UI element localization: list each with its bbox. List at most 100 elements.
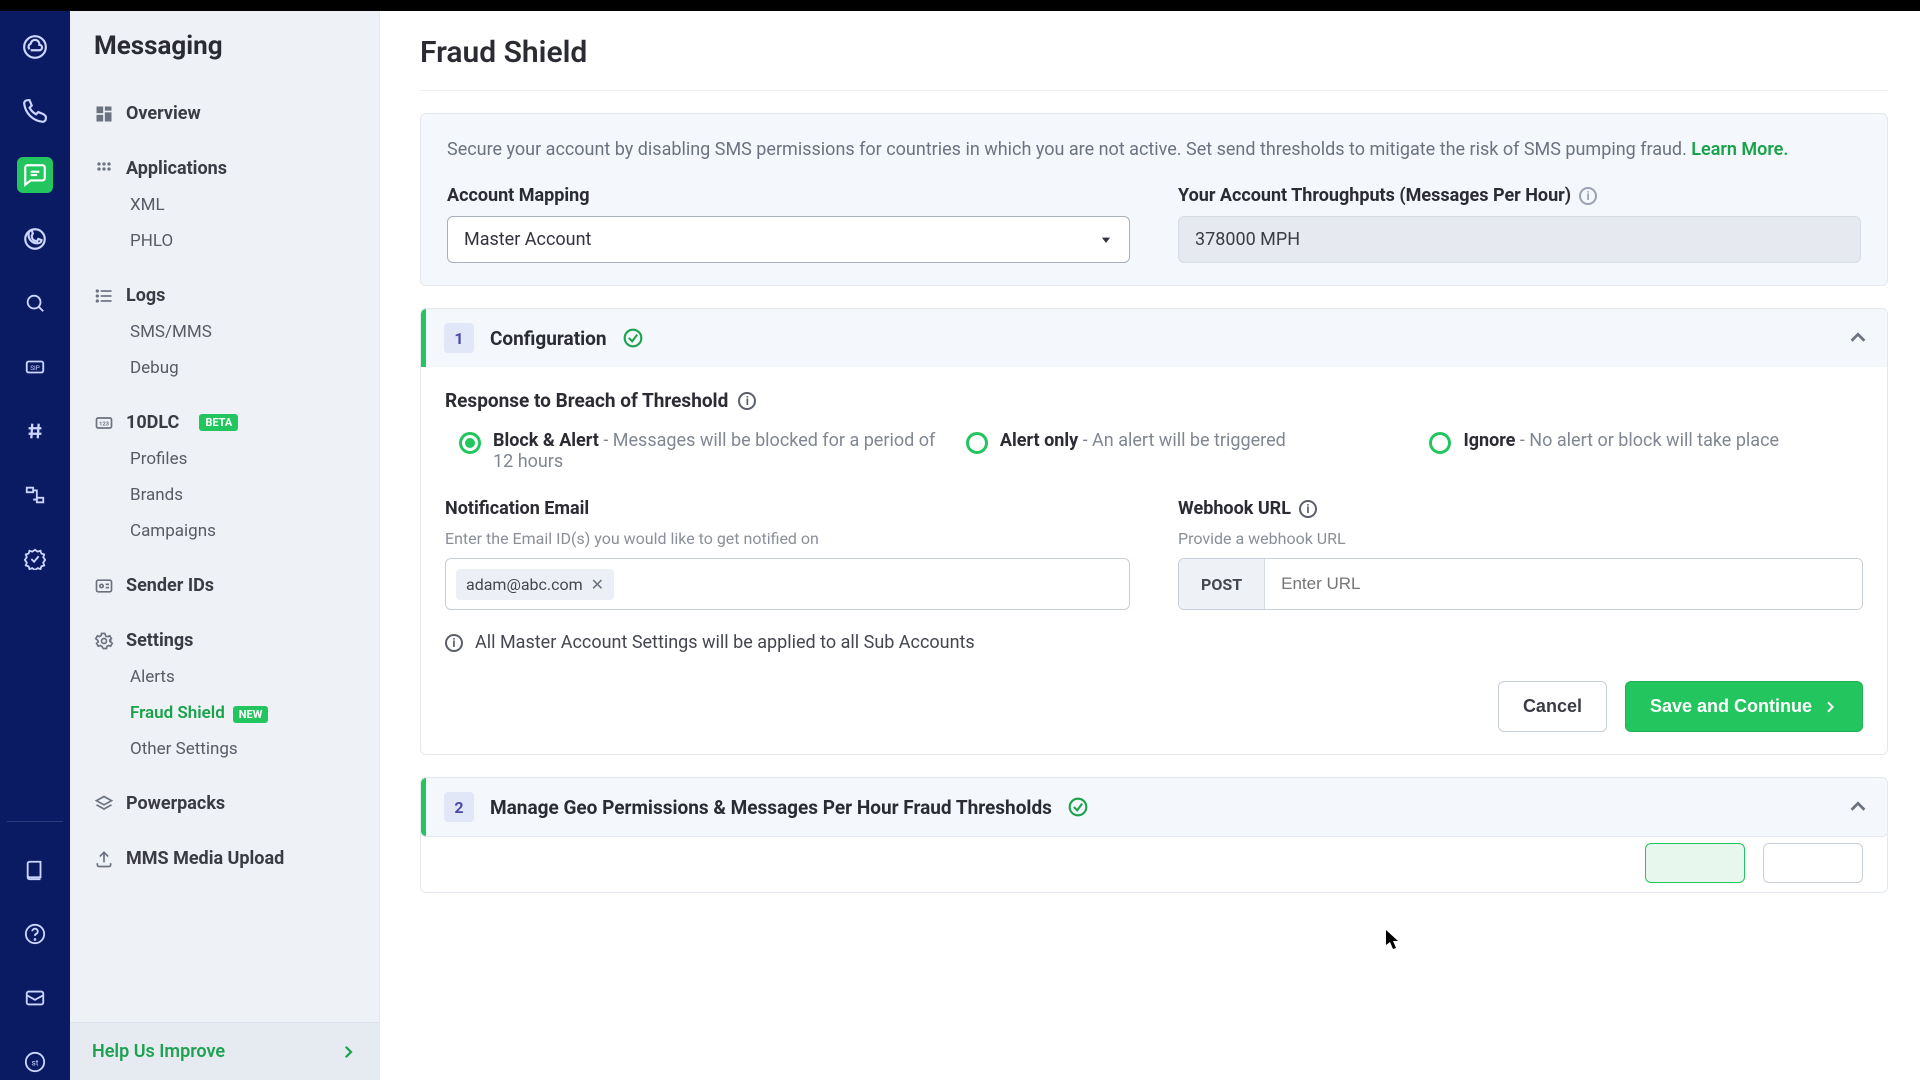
beta-badge: BETA [199, 414, 238, 431]
upload-icon [94, 849, 114, 869]
chat-icon [22, 162, 48, 188]
sidebar-item-applications[interactable]: Applications [84, 150, 365, 187]
sidebar-subitem-brands[interactable]: Brands [126, 477, 365, 513]
info-icon[interactable]: i [738, 392, 756, 410]
check-circle-icon [623, 328, 643, 348]
info-icon[interactable]: i [1299, 500, 1317, 518]
step-number: 1 [444, 323, 474, 353]
throughput-value: 378000 MPH [1178, 216, 1861, 263]
rail-item-feedback[interactable] [17, 980, 53, 1016]
rail-item-docs[interactable] [17, 852, 53, 888]
email-label: Notification Email [445, 498, 1130, 519]
sidebar-label: 10DLC [126, 412, 179, 433]
grid-icon [94, 159, 114, 179]
help-circle-icon [24, 923, 46, 945]
sidebar-subitem-profiles[interactable]: Profiles [126, 441, 365, 477]
rail-item-messaging[interactable] [17, 157, 53, 193]
main-content: Fraud Shield Secure your account by disa… [380, 11, 1920, 1080]
info-icon: i [445, 634, 463, 652]
description-text: Secure your account by disabling SMS per… [447, 136, 1861, 163]
radio-dot-icon [966, 432, 988, 454]
rail-item-voice[interactable] [17, 93, 53, 129]
step-title: Configuration [490, 327, 607, 350]
webhook-url-input[interactable] [1265, 559, 1862, 609]
sidebar-item-senderids[interactable]: Sender IDs [84, 567, 365, 604]
step1-header[interactable]: 1 Configuration [421, 309, 1887, 367]
sidebar-item-10dlc[interactable]: 123 10DLC BETA [84, 404, 365, 441]
rail-item-support[interactable] [17, 916, 53, 952]
svg-text:SIP: SIP [30, 364, 40, 372]
learn-more-link[interactable]: Learn More. [1691, 139, 1788, 160]
email-input[interactable]: adam@abc.com ✕ [445, 558, 1130, 610]
rail-item-sip[interactable]: SIP [17, 349, 53, 385]
window-titlebar [0, 0, 1920, 11]
cancel-button[interactable]: Cancel [1498, 681, 1607, 732]
radio-block-alert[interactable]: Block & Alert - Messages will be blocked… [459, 430, 936, 472]
chevron-right-icon [339, 1043, 357, 1061]
sidebar-subitem-debug[interactable]: Debug [126, 350, 365, 386]
sidebar-item-logs[interactable]: Logs [84, 277, 365, 314]
sidebar-item-overview[interactable]: Overview [84, 95, 365, 132]
radio-alert-only[interactable]: Alert only - An alert will be triggered [966, 430, 1400, 472]
rail-item-flow[interactable] [17, 477, 53, 513]
sidebar-subitem-phlo[interactable]: PHLO [126, 223, 365, 259]
webhook-help: Provide a webhook URL [1178, 529, 1863, 548]
sidebar-label: Overview [126, 103, 201, 124]
rail-item-status[interactable]: st [17, 1044, 53, 1080]
sidebar-title: Messaging [70, 31, 379, 77]
chevron-right-icon [1822, 699, 1838, 715]
page-title: Fraud Shield [420, 35, 1888, 91]
account-panel: Secure your account by disabling SMS per… [420, 113, 1888, 286]
sidebar-subitem-smsmms[interactable]: SMS/MMS [126, 314, 365, 350]
hash-icon [24, 420, 46, 442]
sidebar-subitem-campaigns[interactable]: Campaigns [126, 513, 365, 549]
sidebar-subitem-othersettings[interactable]: Other Settings [126, 731, 365, 767]
gear-icon [94, 631, 114, 651]
webhook-method[interactable]: POST [1179, 559, 1265, 609]
book-icon [24, 859, 46, 881]
partial-button[interactable] [1763, 843, 1863, 883]
rail-item-verify[interactable] [17, 541, 53, 577]
rail-item-home[interactable] [17, 29, 53, 65]
remove-chip-icon[interactable]: ✕ [591, 575, 604, 594]
sub-account-note: i All Master Account Settings will be ap… [445, 632, 1863, 653]
save-continue-button[interactable]: Save and Continue [1625, 681, 1863, 732]
sidebar-label: Settings [126, 630, 193, 651]
rail-item-numbers[interactable] [17, 413, 53, 449]
sidebar-subitem-alerts[interactable]: Alerts [126, 659, 365, 695]
step2-header[interactable]: 2 Manage Geo Permissions & Messages Per … [421, 778, 1887, 836]
sidebar-item-mmsupload[interactable]: MMS Media Upload [84, 840, 365, 877]
rail-divider [7, 821, 63, 822]
sidebar-subitem-fraudshield[interactable]: Fraud ShieldNEW [126, 695, 365, 731]
help-us-improve[interactable]: Help Us Improve [70, 1022, 379, 1080]
search-icon [24, 292, 46, 314]
list-icon [94, 286, 114, 306]
radio-ignore[interactable]: Ignore - No alert or block will take pla… [1429, 430, 1863, 472]
notification-email-field: Notification Email Enter the Email ID(s)… [445, 498, 1130, 610]
info-icon[interactable]: i [1579, 187, 1597, 205]
radio-dot-icon [459, 432, 481, 454]
inbox-icon [24, 987, 46, 1009]
rail-item-lookup[interactable] [17, 285, 53, 321]
step-configuration: 1 Configuration Response to Breach of Th… [420, 308, 1888, 755]
partial-button[interactable] [1645, 843, 1745, 883]
sidebar-subitem-xml[interactable]: XML [126, 187, 365, 223]
radio-dot-icon [1429, 432, 1451, 454]
sidebar-item-powerpacks[interactable]: Powerpacks [84, 785, 365, 822]
verify-badge-icon [24, 548, 46, 570]
sidebar-label: Logs [126, 285, 165, 306]
account-mapping-select[interactable]: Master Account [447, 216, 1130, 263]
whatsapp-icon [22, 226, 48, 252]
email-chip: adam@abc.com ✕ [456, 569, 614, 600]
rail-item-whatsapp[interactable] [17, 221, 53, 257]
account-mapping-label: Account Mapping [447, 185, 1130, 206]
caret-down-icon [1099, 233, 1113, 247]
select-value: Master Account [464, 229, 591, 250]
sidebar-label: MMS Media Upload [126, 848, 284, 869]
sidebar-item-settings[interactable]: Settings [84, 622, 365, 659]
chevron-up-icon [1847, 796, 1869, 818]
step2-body-peek [420, 833, 1888, 893]
layers-icon [94, 794, 114, 814]
breach-response-radios: Block & Alert - Messages will be blocked… [445, 430, 1863, 472]
sip-icon: SIP [24, 356, 46, 378]
